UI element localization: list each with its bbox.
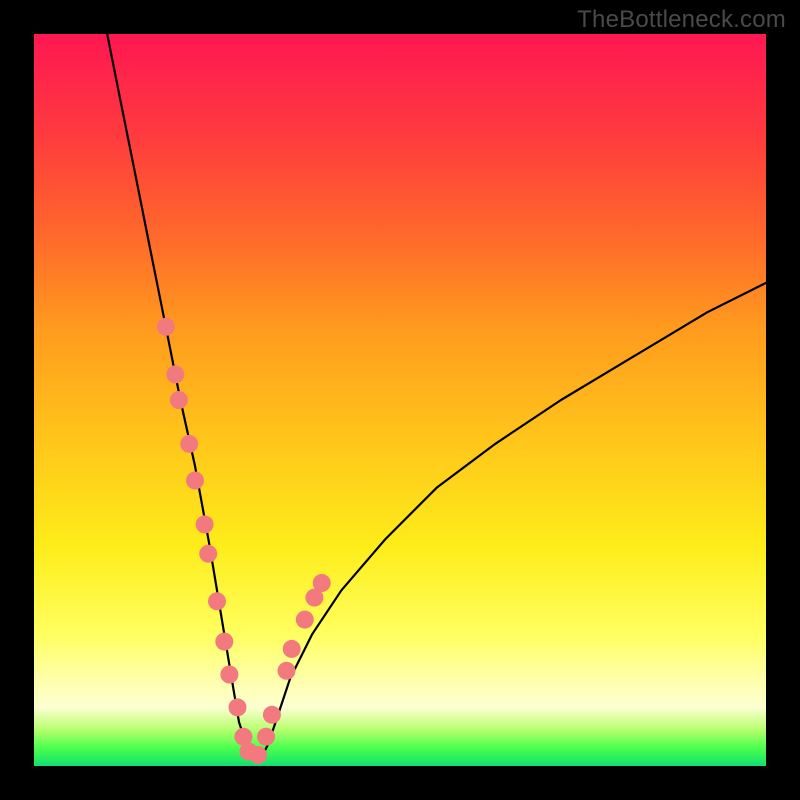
chart-svg (34, 34, 766, 766)
chart-frame: TheBottleneck.com (0, 0, 800, 800)
data-point (157, 318, 175, 336)
watermark-text: TheBottleneck.com (577, 6, 786, 34)
data-point (208, 592, 226, 610)
data-point (180, 435, 198, 453)
data-point (263, 706, 281, 724)
data-point (215, 633, 233, 651)
data-point (283, 640, 301, 658)
data-point (229, 698, 247, 716)
data-point (196, 515, 214, 533)
bottleneck-curve (107, 34, 766, 759)
data-point (249, 746, 267, 764)
data-point (220, 666, 238, 684)
data-point (257, 728, 275, 746)
data-point (186, 472, 204, 490)
data-point (278, 662, 296, 680)
plot-area (34, 34, 766, 766)
data-point (170, 391, 188, 409)
data-point (166, 365, 184, 383)
data-point (313, 574, 331, 592)
data-point (296, 611, 314, 629)
data-point (199, 545, 217, 563)
